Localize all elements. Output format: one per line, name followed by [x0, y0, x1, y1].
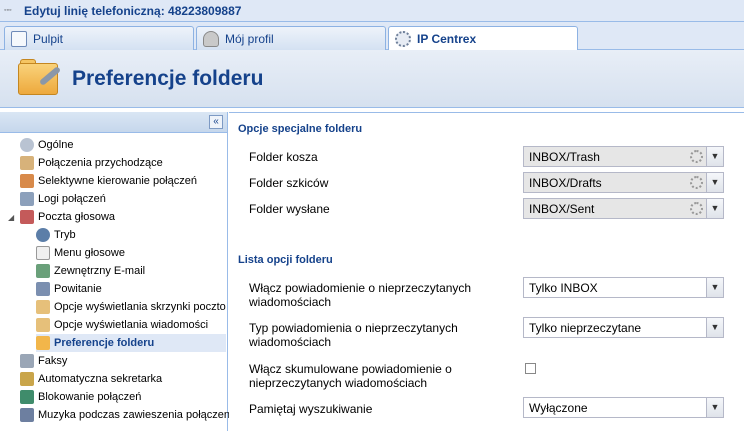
sent-folder-value: INBOX/Sent — [529, 201, 595, 216]
sidebar-item-opcje-wiadomosci[interactable]: Opcje wyświetlania wiadomości — [36, 316, 208, 334]
gear-icon — [395, 31, 411, 47]
incoming-call-icon — [20, 156, 34, 170]
loading-icon — [690, 150, 703, 163]
voicemail-icon — [20, 210, 34, 224]
menu-icon — [36, 246, 50, 260]
trash-folder-value: INBOX/Trash — [529, 149, 600, 164]
tab-label: IP Centrex — [417, 32, 477, 46]
sidebar-item-powitanie[interactable]: Powitanie — [36, 280, 102, 298]
cumulative-notify-label: Włącz skumulowane powiadomienie o nieprz… — [249, 362, 452, 390]
tree-collapse-icon[interactable]: ◢ — [8, 213, 14, 222]
loading-icon — [690, 176, 703, 189]
block-icon — [20, 390, 34, 404]
sidebar-item-logi-polaczen[interactable]: Logi połączeń — [20, 190, 106, 208]
chevron-down-icon[interactable]: ▼ — [706, 147, 723, 166]
collapse-sidebar-button[interactable]: « — [209, 115, 223, 129]
tab-label: Pulpit — [33, 31, 64, 46]
sidebar-item-menu-glosowe[interactable]: Menu głosowe — [36, 244, 125, 262]
sidebar-item-faksy[interactable]: Faksy — [20, 352, 67, 370]
log-icon — [20, 192, 34, 206]
unread-notify-label: Włącz powiadomienie o nieprzeczytanych w… — [249, 281, 472, 309]
trash-folder-label: Folder kosza — [249, 150, 318, 164]
sidebar-item-polaczenia-przychodzace[interactable]: Połączenia przychodzące — [20, 154, 163, 172]
mode-icon — [36, 228, 50, 242]
tab-label: Mój profil — [225, 31, 274, 46]
unread-notify-select[interactable]: Tylko INBOX ▼ — [523, 277, 724, 298]
sidebar-item-tryb[interactable]: Tryb — [36, 226, 76, 244]
email-icon — [36, 264, 50, 278]
special-folders-title: Opcje specjalne folderu — [238, 123, 363, 135]
routing-icon — [20, 174, 34, 188]
unread-notify-value: Tylko INBOX — [529, 280, 598, 295]
window-title: Edytuj linię telefoniczną: 48223809887 — [24, 3, 242, 18]
tab-strip: Pulpit Mój profil IP Centrex — [0, 22, 744, 51]
content-panel: Opcje specjalne folderu Folder kosza INB… — [229, 112, 744, 431]
cumulative-notify-checkbox[interactable] — [525, 363, 536, 374]
user-icon — [203, 30, 219, 47]
sidebar-item-selektywne-kierowanie[interactable]: Selektywne kierowanie połączeń — [20, 172, 197, 190]
folder-options-title: Lista opcji folderu — [238, 254, 333, 266]
loading-icon — [690, 202, 703, 215]
network-icon: ◦◦◦ — [4, 6, 12, 14]
tab-pulpit[interactable]: Pulpit — [4, 26, 194, 50]
sidebar-item-automatyczna-sekretarka[interactable]: Automatyczna sekretarka — [20, 370, 162, 388]
sidebar-toolbar: « — [0, 112, 227, 133]
music-icon — [20, 408, 34, 422]
title-bar: ◦◦◦ Edytuj linię telefoniczną: 482238098… — [0, 0, 744, 22]
sidebar-item-ogolne[interactable]: Ogólne — [20, 136, 73, 154]
mailbox-options-icon — [36, 300, 50, 314]
sidebar-item-blokowanie-polaczen[interactable]: Blokowanie połączeń — [20, 388, 141, 406]
drafts-folder-label: Folder szkiców — [249, 176, 329, 190]
sidebar-item-opcje-skrzynki[interactable]: Opcje wyświetlania skrzynki poczto — [36, 298, 226, 316]
sidebar: « Ogólne Połączenia przychodzące Selekty… — [0, 112, 230, 431]
chevron-down-icon[interactable]: ▼ — [706, 398, 723, 417]
sidebar-item-preferencje-folderu[interactable]: Preferencje folderu — [36, 334, 226, 352]
page-header: Preferencje folderu — [0, 50, 744, 108]
notify-type-label: Typ powiadomienia o nieprzeczytanych wia… — [249, 321, 458, 349]
remember-search-label: Pamiętaj wyszukiwanie — [249, 402, 373, 416]
drafts-folder-value: INBOX/Drafts — [529, 175, 602, 190]
remember-search-value: Wyłączone — [529, 400, 588, 415]
answering-machine-icon — [20, 372, 34, 386]
page-title: Preferencje folderu — [72, 66, 264, 90]
dashboard-icon — [11, 30, 27, 47]
notify-type-value: Tylko nieprzeczytane — [529, 320, 642, 335]
tab-moj-profil[interactable]: Mój profil — [196, 26, 386, 50]
sent-folder-label: Folder wysłane — [249, 202, 330, 216]
notify-type-select[interactable]: Tylko nieprzeczytane ▼ — [523, 317, 724, 338]
sidebar-item-poczta-glosowa[interactable]: Poczta głosowa — [20, 208, 115, 226]
fax-icon — [20, 354, 34, 368]
chevron-down-icon[interactable]: ▼ — [706, 173, 723, 192]
trash-folder-select[interactable]: INBOX/Trash ▼ — [523, 146, 724, 167]
chevron-down-icon[interactable]: ▼ — [706, 278, 723, 297]
tab-ip-centrex[interactable]: IP Centrex — [388, 26, 578, 51]
chevron-down-icon[interactable]: ▼ — [706, 318, 723, 337]
sidebar-item-muzyka[interactable]: Muzyka podczas zawieszenia połączen — [20, 406, 230, 424]
sent-folder-select[interactable]: INBOX/Sent ▼ — [523, 198, 724, 219]
drafts-folder-select[interactable]: INBOX/Drafts ▼ — [523, 172, 724, 193]
folder-settings-icon — [36, 336, 50, 350]
greeting-icon — [36, 282, 50, 296]
message-options-icon — [36, 318, 50, 332]
remember-search-select[interactable]: Wyłączone ▼ — [523, 397, 724, 418]
folder-settings-icon — [18, 58, 64, 99]
sidebar-item-zewnetrzny-email[interactable]: Zewnętrzny E-mail — [36, 262, 145, 280]
chevron-down-icon[interactable]: ▼ — [706, 199, 723, 218]
gear-icon — [20, 138, 34, 152]
